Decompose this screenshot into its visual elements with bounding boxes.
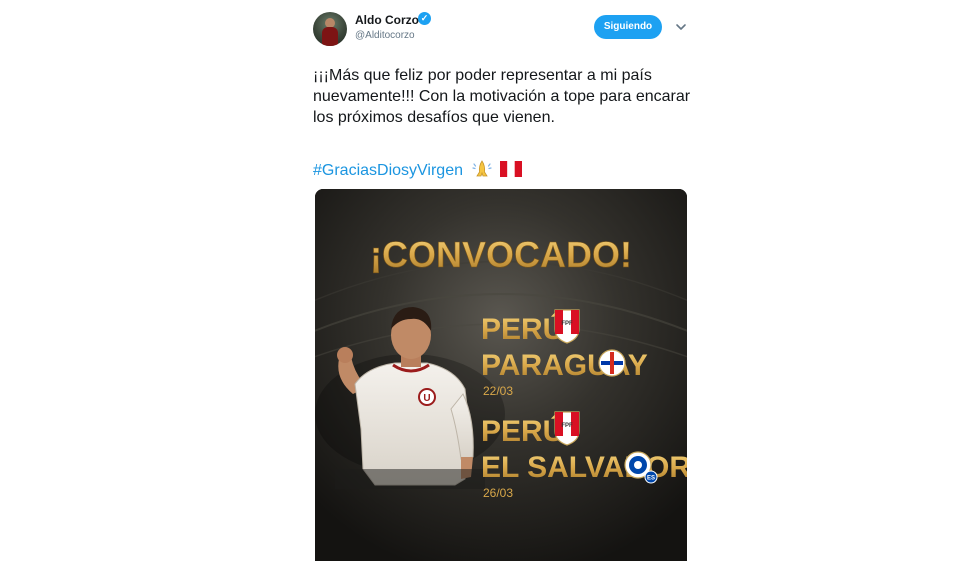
match2-date: 26/03	[483, 486, 513, 500]
fpf-crest-icon: FPF	[554, 309, 580, 344]
svg-text:ES: ES	[647, 476, 655, 482]
tweet-text: ¡¡¡Más que feliz por poder representar a…	[313, 67, 691, 126]
svg-text:FPF: FPF	[561, 423, 573, 429]
following-button[interactable]: Siguiendo	[594, 15, 662, 39]
match2-team1: PERÚ	[481, 414, 564, 448]
tweet-media-image[interactable]: ¡CONVOCADO! U PERÚ FPF PARAGUAY 22/03 PE…	[315, 189, 687, 561]
peru-flag-emoji	[499, 161, 522, 177]
avatar[interactable]	[313, 12, 347, 46]
fpf-crest-icon: FPF	[554, 411, 580, 446]
paraguay-crest-icon	[598, 349, 626, 377]
hashtag-line: #GraciasDiosyVirgen	[313, 160, 522, 181]
match1-date: 22/03	[483, 384, 513, 398]
author-name[interactable]: Aldo Corzo	[355, 13, 419, 27]
convocado-graphic: ¡CONVOCADO! U PERÚ FPF PARAGUAY 22/03 PE…	[315, 189, 687, 561]
author-handle[interactable]: @Alditocorzo	[355, 30, 415, 41]
svg-text:FPF: FPF	[561, 321, 573, 327]
headline-text: ¡CONVOCADO!	[370, 234, 632, 275]
svg-text:U: U	[423, 393, 430, 404]
hashtag-link[interactable]: #GraciasDiosyVirgen	[313, 162, 463, 179]
avatar-body	[322, 27, 338, 46]
chevron-down-icon[interactable]	[674, 20, 688, 34]
folded-hands-emoji	[471, 160, 493, 178]
verified-badge-icon: ✓	[418, 12, 431, 25]
match1-team1: PERÚ	[481, 312, 564, 346]
